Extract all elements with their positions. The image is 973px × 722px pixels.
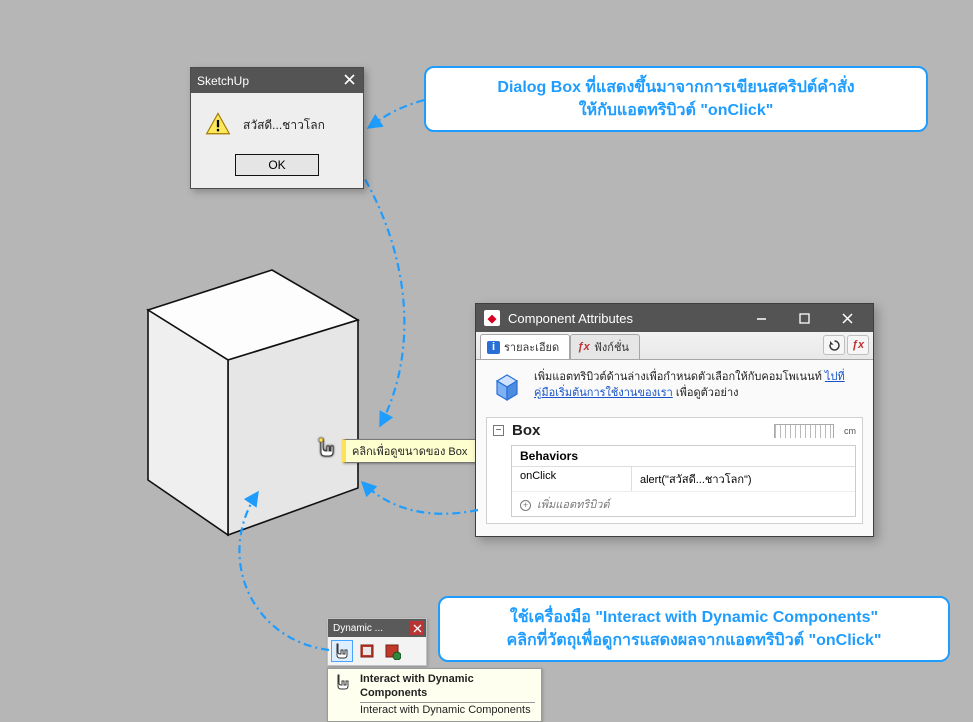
collapse-toggle[interactable]: − bbox=[493, 425, 504, 436]
alert-titlebar[interactable]: SketchUp bbox=[191, 68, 363, 93]
dynamic-toolbar[interactable]: Dynamic ... bbox=[327, 618, 427, 666]
maximize-button[interactable] bbox=[783, 304, 826, 332]
callout-bot-line1: ใช้เครื่องมือ "Interact with Dynamic Com… bbox=[456, 606, 932, 629]
tooltip-subtitle: Interact with Dynamic Components bbox=[360, 704, 531, 716]
pointer-cursor-icon bbox=[318, 437, 338, 464]
unit-label: cm bbox=[844, 426, 856, 436]
add-attribute-label: เพิ่มแอตทริบิวต์ bbox=[537, 499, 610, 511]
attr-row-onclick[interactable]: onClick alert("สวัสดี...ชาวโลก") bbox=[512, 467, 855, 491]
ca-intro-text: เพิ่มแอตทริบิวต์ด้านล่างเพื่อกำหนดตัวเลื… bbox=[534, 370, 859, 402]
toggle-formula-button[interactable]: ƒx bbox=[847, 335, 869, 355]
minimize-button[interactable] bbox=[740, 304, 783, 332]
attribute-group: − Box cm Behaviors onClick alert("สวัสดี… bbox=[486, 417, 863, 524]
component-attributes-icon[interactable] bbox=[381, 640, 403, 662]
alert-title: SketchUp bbox=[197, 74, 249, 88]
sketchup-logo-icon: ◆ bbox=[484, 310, 500, 326]
component-attributes-window: ◆ Component Attributes i รายละเอียด ƒx ฟ… bbox=[475, 303, 874, 537]
behaviors-header: Behaviors bbox=[512, 446, 855, 467]
toolbar-close-icon[interactable] bbox=[410, 621, 424, 635]
tab-functions-label: ฟังก์ชั่น bbox=[594, 338, 629, 356]
alert-message: สวัสดี...ชาวโลก bbox=[243, 116, 325, 135]
interact-tool-icon[interactable] bbox=[331, 640, 353, 662]
interact-tool-icon bbox=[334, 673, 352, 717]
close-icon[interactable] bbox=[341, 74, 357, 88]
component-name: Box bbox=[512, 422, 766, 439]
add-attribute-row[interactable]: + เพิ่มแอตทริบิวต์ bbox=[512, 491, 855, 516]
callout-top-line1: Dialog Box ที่แสดงขึ้นมาจากการเขียนสคริป… bbox=[442, 76, 910, 99]
ca-intro-prefix: เพิ่มแอตทริบิวต์ด้านล่างเพื่อกำหนดตัวเลื… bbox=[534, 371, 825, 383]
alert-dialog: SketchUp สวัสดี...ชาวโลก OK bbox=[190, 67, 364, 189]
dynamic-toolbar-title: Dynamic ... bbox=[333, 623, 383, 634]
component-options-icon[interactable] bbox=[356, 640, 378, 662]
info-icon: i bbox=[487, 341, 500, 354]
tooltip-title: Interact with Dynamic Components bbox=[360, 673, 535, 703]
ca-title: Component Attributes bbox=[508, 311, 633, 326]
tab-info[interactable]: i รายละเอียด bbox=[480, 334, 570, 359]
cube-shape[interactable] bbox=[100, 250, 370, 548]
callout-bot-line2: คลิกที่วัตถุเพื่อดูการแสดงผลจากแอตทริบิว… bbox=[456, 629, 932, 652]
callout-top-line2: ให้กับแอตทริบิวต์ "onClick" bbox=[442, 99, 910, 122]
callout-top: Dialog Box ที่แสดงขึ้นมาจากการเขียนสคริป… bbox=[424, 66, 928, 132]
ruler-icon bbox=[774, 424, 834, 438]
ca-intro-suffix: เพื่อดูตัวอย่าง bbox=[673, 387, 739, 399]
attr-value: alert("สวัสดี...ชาวโลก") bbox=[632, 467, 855, 491]
dynamic-tooltip: Interact with Dynamic Components Interac… bbox=[327, 668, 542, 722]
refresh-button[interactable] bbox=[823, 335, 845, 355]
warning-icon bbox=[205, 111, 231, 140]
ca-titlebar[interactable]: ◆ Component Attributes bbox=[476, 304, 873, 332]
attr-name: onClick bbox=[512, 467, 632, 491]
cursor-tooltip: คลิกเพื่อดูขนาดของ Box bbox=[342, 439, 476, 463]
ok-button[interactable]: OK bbox=[235, 154, 319, 176]
component-icon bbox=[490, 370, 524, 407]
plus-icon: + bbox=[520, 500, 531, 511]
tab-functions[interactable]: ƒx ฟังก์ชั่น bbox=[570, 334, 640, 359]
callout-bottom: ใช้เครื่องมือ "Interact with Dynamic Com… bbox=[438, 596, 950, 662]
tab-info-label: รายละเอียด bbox=[504, 338, 559, 356]
close-button[interactable] bbox=[826, 304, 869, 332]
fx-icon: ƒx bbox=[577, 341, 590, 354]
